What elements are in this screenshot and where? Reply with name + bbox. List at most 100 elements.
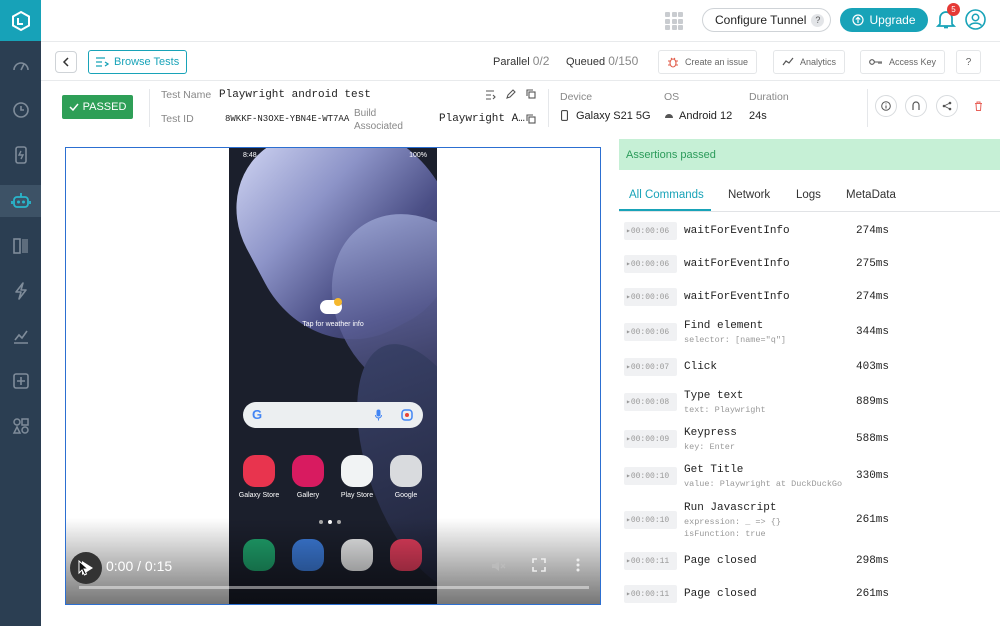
more-options-icon[interactable] xyxy=(576,558,580,572)
command-detail: isFunction: true xyxy=(684,529,766,539)
key-icon xyxy=(869,59,882,65)
device-clock: 8:48 xyxy=(243,152,257,159)
app-gallery: Gallery xyxy=(290,455,326,499)
tab-all-commands[interactable]: All Commands xyxy=(629,189,704,201)
sidebar xyxy=(0,0,41,626)
mute-icon[interactable] xyxy=(490,558,506,574)
test-id-label: Test ID xyxy=(161,113,194,125)
command-name: Page closed xyxy=(684,588,757,600)
command-timestamp[interactable]: ▸ 00:00:10 xyxy=(624,467,677,485)
command-timestamp[interactable]: ▸ 00:00:09 xyxy=(624,430,677,448)
test-name-value: Playwright android test xyxy=(219,89,371,101)
mouse-cursor-icon xyxy=(78,560,90,576)
automation-icon[interactable] xyxy=(0,185,41,217)
configure-tunnel-button[interactable]: Configure Tunnel ? xyxy=(702,8,831,32)
tab-network[interactable]: Network xyxy=(728,189,770,201)
app-label: Google xyxy=(394,492,418,499)
status-badge: PASSED xyxy=(62,95,133,119)
google-search-bar: G xyxy=(243,402,423,428)
parallel-label: Parallel xyxy=(493,56,530,68)
help-icon[interactable]: ? xyxy=(811,13,825,27)
google-folder-icon xyxy=(390,455,422,487)
info-icon xyxy=(881,101,891,111)
apps-grid-icon[interactable] xyxy=(665,12,683,30)
parallel-value: 0/2 xyxy=(532,54,550,68)
logo-icon xyxy=(11,10,30,31)
google-g-icon: G xyxy=(252,407,263,422)
video-progress-bar[interactable] xyxy=(79,586,589,589)
access-key-button[interactable]: Access Key xyxy=(860,50,946,74)
delete-button[interactable] xyxy=(967,95,989,117)
chevron-left-icon xyxy=(62,57,69,67)
command-timestamp[interactable]: ▸ 00:00:08 xyxy=(624,393,677,411)
copy-build-icon[interactable] xyxy=(526,114,536,124)
queued-stat: Queued 0/150 xyxy=(566,54,638,68)
add-icon[interactable] xyxy=(7,367,34,394)
help-button[interactable]: ? xyxy=(956,50,981,74)
command-timestamp[interactable]: ▸ 00:00:06 xyxy=(624,323,677,341)
visual-compare-icon[interactable] xyxy=(7,232,34,259)
android-icon xyxy=(665,114,673,118)
notification-badge: 5 xyxy=(947,3,960,16)
back-button[interactable] xyxy=(55,51,77,73)
command-detail: selector: [name="q"] xyxy=(684,335,787,345)
configure-tunnel-label: Configure Tunnel xyxy=(715,13,807,27)
device-value: Galaxy S21 5G xyxy=(576,110,651,122)
trash-icon xyxy=(974,101,982,111)
test-name-label: Test Name xyxy=(161,89,212,101)
timestamp-value: 00:00:08 xyxy=(630,397,670,407)
command-name: waitForEventInfo xyxy=(684,258,790,270)
command-timestamp[interactable]: ▸ 00:00:06 xyxy=(624,288,677,306)
command-name: waitForEventInfo xyxy=(684,225,790,237)
parallel-stat: Parallel 0/2 xyxy=(493,54,549,68)
command-duration: 588ms xyxy=(856,433,890,445)
weather-widget-text: Tap for weather info xyxy=(302,321,364,328)
analytics-label: Analytics xyxy=(800,57,837,67)
queued-label: Queued xyxy=(566,56,606,68)
timestamp-value: 00:00:06 xyxy=(630,292,670,302)
video-controls: 0:00 / 0:15 xyxy=(66,548,600,604)
create-issue-button[interactable]: Create an issue xyxy=(658,50,758,74)
copy-icon[interactable] xyxy=(526,89,536,99)
share-button[interactable] xyxy=(936,95,958,117)
info-button[interactable] xyxy=(875,95,897,117)
hyperexecute-icon[interactable] xyxy=(7,277,34,304)
duration-label: Duration xyxy=(749,91,789,103)
command-timestamp[interactable]: ▸ 00:00:06 xyxy=(624,255,677,273)
real-device-icon[interactable] xyxy=(7,141,34,168)
analytics-trend-icon xyxy=(782,57,794,66)
analytics-icon[interactable] xyxy=(7,322,34,349)
command-timestamp[interactable]: ▸ 00:00:11 xyxy=(624,585,677,603)
command-name: Click xyxy=(684,361,718,373)
command-timestamp[interactable]: ▸ 00:00:11 xyxy=(624,552,677,570)
command-duration: 261ms xyxy=(856,588,890,600)
user-avatar-icon[interactable] xyxy=(965,9,986,30)
top-bar: Configure Tunnel ? Upgrade 5 xyxy=(41,0,1000,41)
tab-logs[interactable]: Logs xyxy=(796,189,821,201)
os-label: OS xyxy=(664,91,680,103)
lambdatest-logo[interactable] xyxy=(0,0,41,41)
integrations-icon[interactable] xyxy=(7,412,34,439)
active-tab-indicator xyxy=(619,209,711,211)
command-name: Type text xyxy=(684,390,744,402)
edit-pencil-icon[interactable] xyxy=(506,89,516,99)
command-timestamp[interactable]: ▸ 00:00:06 xyxy=(624,222,677,240)
command-timestamp[interactable]: ▸ 00:00:10 xyxy=(624,511,677,529)
command-duration: 274ms xyxy=(856,291,890,303)
dashboard-icon[interactable] xyxy=(7,52,34,79)
upgrade-button[interactable]: Upgrade xyxy=(840,8,928,32)
tab-metadata[interactable]: MetaData xyxy=(846,189,896,201)
browse-tests-button[interactable]: Browse Tests xyxy=(88,50,187,74)
fullscreen-icon[interactable] xyxy=(532,558,546,572)
analytics-button[interactable]: Analytics xyxy=(773,50,846,74)
queued-value: 0/150 xyxy=(608,54,639,68)
rename-list-icon[interactable] xyxy=(485,90,496,100)
history-icon[interactable] xyxy=(7,96,34,123)
command-timestamp[interactable]: ▸ 00:00:07 xyxy=(624,358,677,376)
browse-tests-label: Browse Tests xyxy=(114,56,180,68)
magnet-button[interactable] xyxy=(905,95,927,117)
assertions-banner: Assertions passed xyxy=(619,139,1000,170)
timestamp-value: 00:00:10 xyxy=(630,471,670,481)
video-player[interactable]: 8:48 100% Tap for weather info G Galaxy … xyxy=(65,147,601,605)
build-value: Playwright A… xyxy=(439,113,525,125)
